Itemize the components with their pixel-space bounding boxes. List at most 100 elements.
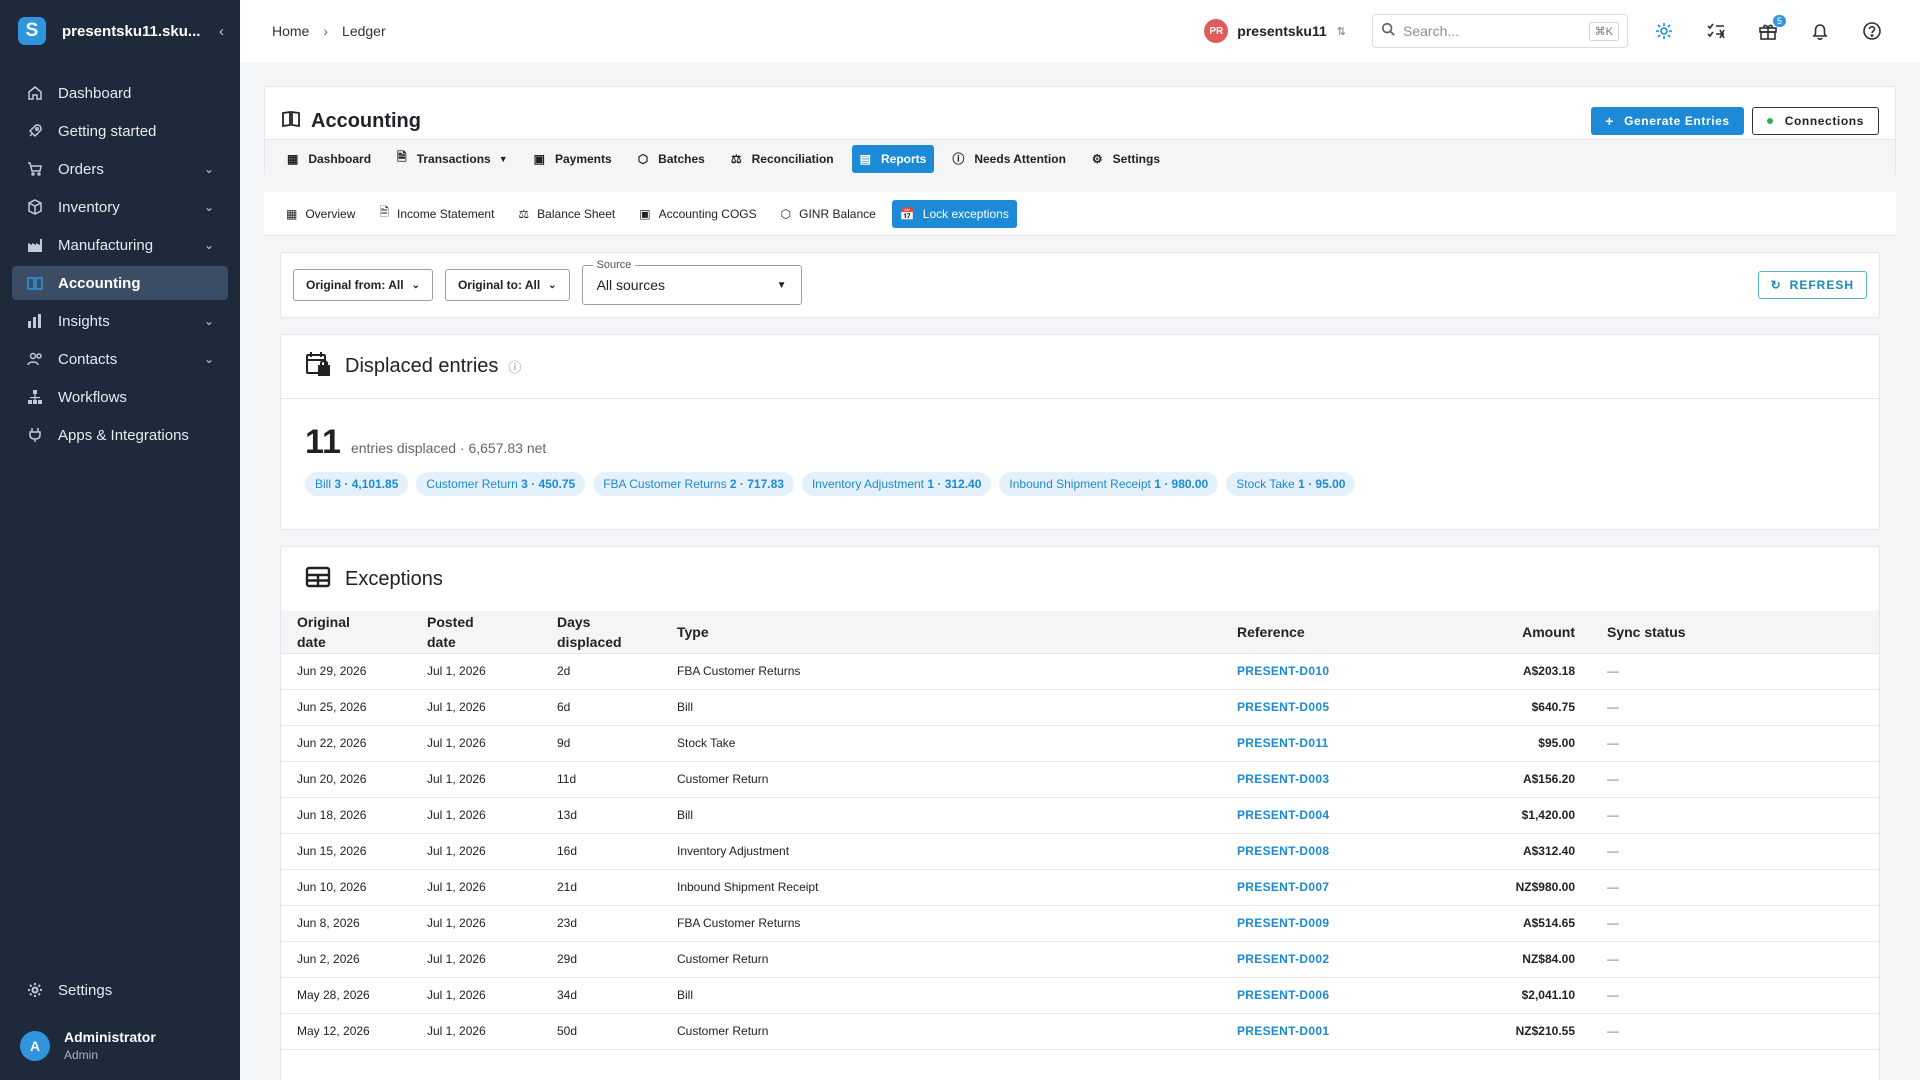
original-from-filter[interactable]: Original from: All ⌄: [293, 269, 433, 301]
subtab-ginr-balance[interactable]: ⬡ GINR Balance: [773, 200, 884, 228]
chip-fba-customer-returns[interactable]: FBA Customer Returns 2 · 717.83: [593, 472, 794, 496]
caret-down-icon: ▼: [776, 279, 787, 291]
subtab-accounting-cogs[interactable]: ▣ Accounting COGS: [631, 200, 764, 228]
breadcrumb-home[interactable]: Home: [272, 23, 309, 39]
ai-assistant-icon[interactable]: [1648, 15, 1680, 47]
cell-posted-date: Jul 1, 2026: [411, 833, 541, 870]
col-sync-status[interactable]: Sync status: [1591, 611, 1879, 654]
search-input[interactable]: Search...: [1403, 23, 1589, 39]
sidebar-item-settings[interactable]: Settings: [12, 973, 228, 1007]
refresh-button[interactable]: ↻ REFRESH: [1757, 271, 1867, 299]
reference-link[interactable]: PRESENT-D007: [1221, 869, 1431, 906]
subtab-balance-sheet[interactable]: ⚖ Balance Sheet: [510, 200, 623, 228]
tab-needs-attention[interactable]: ⓘ Needs Attention: [944, 145, 1074, 173]
generate-entries-label: Generate Entries: [1624, 114, 1730, 128]
source-select[interactable]: Source All sources ▼: [581, 259, 802, 305]
sidebar-item-label: Contacts: [58, 350, 118, 368]
source-legend: Source: [592, 259, 636, 271]
cell-posted-date: Jul 1, 2026: [411, 689, 541, 726]
search-box[interactable]: Search... ⌘K: [1372, 14, 1628, 48]
app-logo[interactable]: S: [18, 17, 46, 45]
tab-reports[interactable]: ▤ Reports: [851, 144, 935, 173]
table-row[interactable]: Jun 10, 2026 Jul 1, 2026 21d Inbound Shipme…: [281, 869, 1879, 906]
header-actions: + Generate Entries Connections: [1591, 107, 1879, 135]
table-row[interactable]: Jun 29, 2026 Jul 1, 2026 2d FBA Customer Re…: [281, 653, 1879, 690]
sidebar-item-inventory[interactable]: Inventory ⌄: [12, 190, 228, 224]
header-row: Original date Posted date Days displaced Ty…: [281, 611, 1879, 654]
col-reference[interactable]: Reference: [1221, 611, 1431, 654]
help-icon[interactable]: [1856, 15, 1888, 47]
sidebar-item-manufacturing[interactable]: Manufacturing ⌄: [12, 228, 228, 262]
cell-original-date: Jun 22, 2026: [281, 725, 411, 762]
reference-link[interactable]: PRESENT-D006: [1221, 977, 1431, 1014]
table-row[interactable]: Jun 2, 2026 Jul 1, 2026 29d Customer Return…: [281, 941, 1879, 978]
reference-link[interactable]: PRESENT-D010: [1221, 653, 1431, 690]
sidebar-item-dashboard[interactable]: Dashboard: [12, 76, 228, 110]
tab-batches[interactable]: ⬡ Batches: [630, 145, 713, 173]
info-icon[interactable]: ⓘ: [508, 357, 521, 376]
collapse-sidebar-icon[interactable]: ‹: [219, 23, 224, 40]
generate-entries-button[interactable]: + Generate Entries: [1591, 107, 1744, 135]
cell-original-date: Jun 25, 2026: [281, 689, 411, 726]
chip-inbound-shipment-receipt[interactable]: Inbound Shipment Receipt 1 · 980.00: [999, 472, 1219, 496]
col-posted-date[interactable]: Posted date: [411, 611, 541, 654]
table-row[interactable]: Jun 25, 2026 Jul 1, 2026 6d Bill PRESENT-D00…: [281, 689, 1879, 726]
reference-link[interactable]: PRESENT-D003: [1221, 761, 1431, 798]
col-original-date[interactable]: Original date: [281, 611, 411, 654]
table-row[interactable]: Jun 20, 2026 Jul 1, 2026 11d Customer Retur…: [281, 761, 1879, 798]
sidebar-item-getting-started[interactable]: Getting started: [12, 114, 228, 148]
table-row[interactable]: Jun 15, 2026 Jul 1, 2026 16d Inventory Adju…: [281, 833, 1879, 870]
sidebar-nav: Dashboard Getting started Orders ⌄ Inven…: [0, 76, 240, 452]
chip-stock-take[interactable]: Stock Take 1 · 95.00: [1226, 472, 1356, 496]
col-days-displaced[interactable]: Days displaced: [541, 611, 661, 654]
tab-label: Needs Attention: [974, 151, 1066, 166]
table-row[interactable]: May 28, 2026 Jul 1, 2026 34d Bill PRESENT-D0…: [281, 977, 1879, 1014]
col-amount[interactable]: Amount: [1431, 611, 1591, 654]
sidebar-item-apps-integrations[interactable]: Apps & Integrations: [12, 418, 228, 452]
subtab-overview[interactable]: ▦ Overview: [278, 200, 363, 228]
sidebar-item-workflows[interactable]: Workflows: [12, 380, 228, 414]
sidebar-item-contacts[interactable]: Contacts ⌄: [12, 342, 228, 376]
chip-bill[interactable]: Bill 3 · 4,101.85: [305, 472, 409, 496]
gift-icon[interactable]: 5: [1752, 15, 1786, 47]
account-switcher[interactable]: PR presentsku11 ⇅: [1204, 19, 1346, 43]
sidebar-footer: Settings A Administrator Admin: [0, 969, 240, 1080]
refresh-icon: ↻: [1770, 278, 1782, 292]
sidebar-item-insights[interactable]: Insights ⌄: [12, 304, 228, 338]
chip-inventory-adjustment[interactable]: Inventory Adjustment 1 · 312.40: [801, 472, 992, 496]
tab-payments[interactable]: ▣ Payments: [526, 145, 620, 173]
original-to-filter[interactable]: Original to: All ⌄: [444, 269, 570, 301]
up-down-chevron-icon: ⇅: [1336, 25, 1346, 38]
col-type[interactable]: Type: [661, 611, 1221, 654]
tab-settings[interactable]: ⚙ Settings: [1084, 145, 1168, 173]
connections-button[interactable]: Connections: [1751, 107, 1879, 135]
reference-link[interactable]: PRESENT-D008: [1221, 833, 1431, 870]
tab-transactions[interactable]: 🗎 Transactions ▼: [389, 145, 516, 173]
reference-link[interactable]: PRESENT-D005: [1221, 689, 1431, 726]
org-name[interactable]: presentsku11.sku...: [62, 23, 219, 40]
table-row[interactable]: May 12, 2026 Jul 1, 2026 50d Customer Retur…: [281, 1013, 1879, 1050]
table-row[interactable]: Jun 8, 2026 Jul 1, 2026 23d FBA Customer Re…: [281, 905, 1879, 942]
bell-icon[interactable]: [1804, 15, 1836, 47]
sidebar-item-accounting[interactable]: Accounting: [12, 266, 228, 300]
cell-sync-status: —: [1591, 869, 1879, 906]
sidebar-item-orders[interactable]: Orders ⌄: [12, 152, 228, 186]
table-row[interactable]: Jun 18, 2026 Jul 1, 2026 13d Bill PRESENT-D0…: [281, 797, 1879, 834]
sidebar-item-label: Settings: [58, 981, 113, 999]
reference-link[interactable]: PRESENT-D009: [1221, 905, 1431, 942]
tab-reconciliation[interactable]: ⚖ Reconciliation: [723, 145, 842, 173]
tab-dashboard[interactable]: ▦ Dashboard: [279, 145, 379, 173]
reference-link[interactable]: PRESENT-D004: [1221, 797, 1431, 834]
user-profile[interactable]: A Administrator Admin: [0, 1015, 240, 1080]
chip-value: 1 · 312.40: [927, 477, 982, 491]
cash-icon: ▣: [533, 151, 545, 166]
chip-customer-return[interactable]: Customer Return 3 · 450.75: [416, 472, 586, 496]
reference-link[interactable]: PRESENT-D011: [1221, 725, 1431, 762]
reference-link[interactable]: PRESENT-D002: [1221, 941, 1431, 978]
accounting-title-bar: Accounting + Generate Entries Connections: [265, 87, 1895, 139]
reference-link[interactable]: PRESENT-D001: [1221, 1013, 1431, 1050]
checklist-icon[interactable]: [1700, 15, 1732, 47]
table-row[interactable]: Jun 22, 2026 Jul 1, 2026 9d Stock Take PRESE…: [281, 725, 1879, 762]
subtab-income-statement[interactable]: 🗎 Income Statement: [371, 200, 502, 228]
subtab-lock-exceptions[interactable]: 📅 Lock exceptions: [891, 199, 1017, 228]
